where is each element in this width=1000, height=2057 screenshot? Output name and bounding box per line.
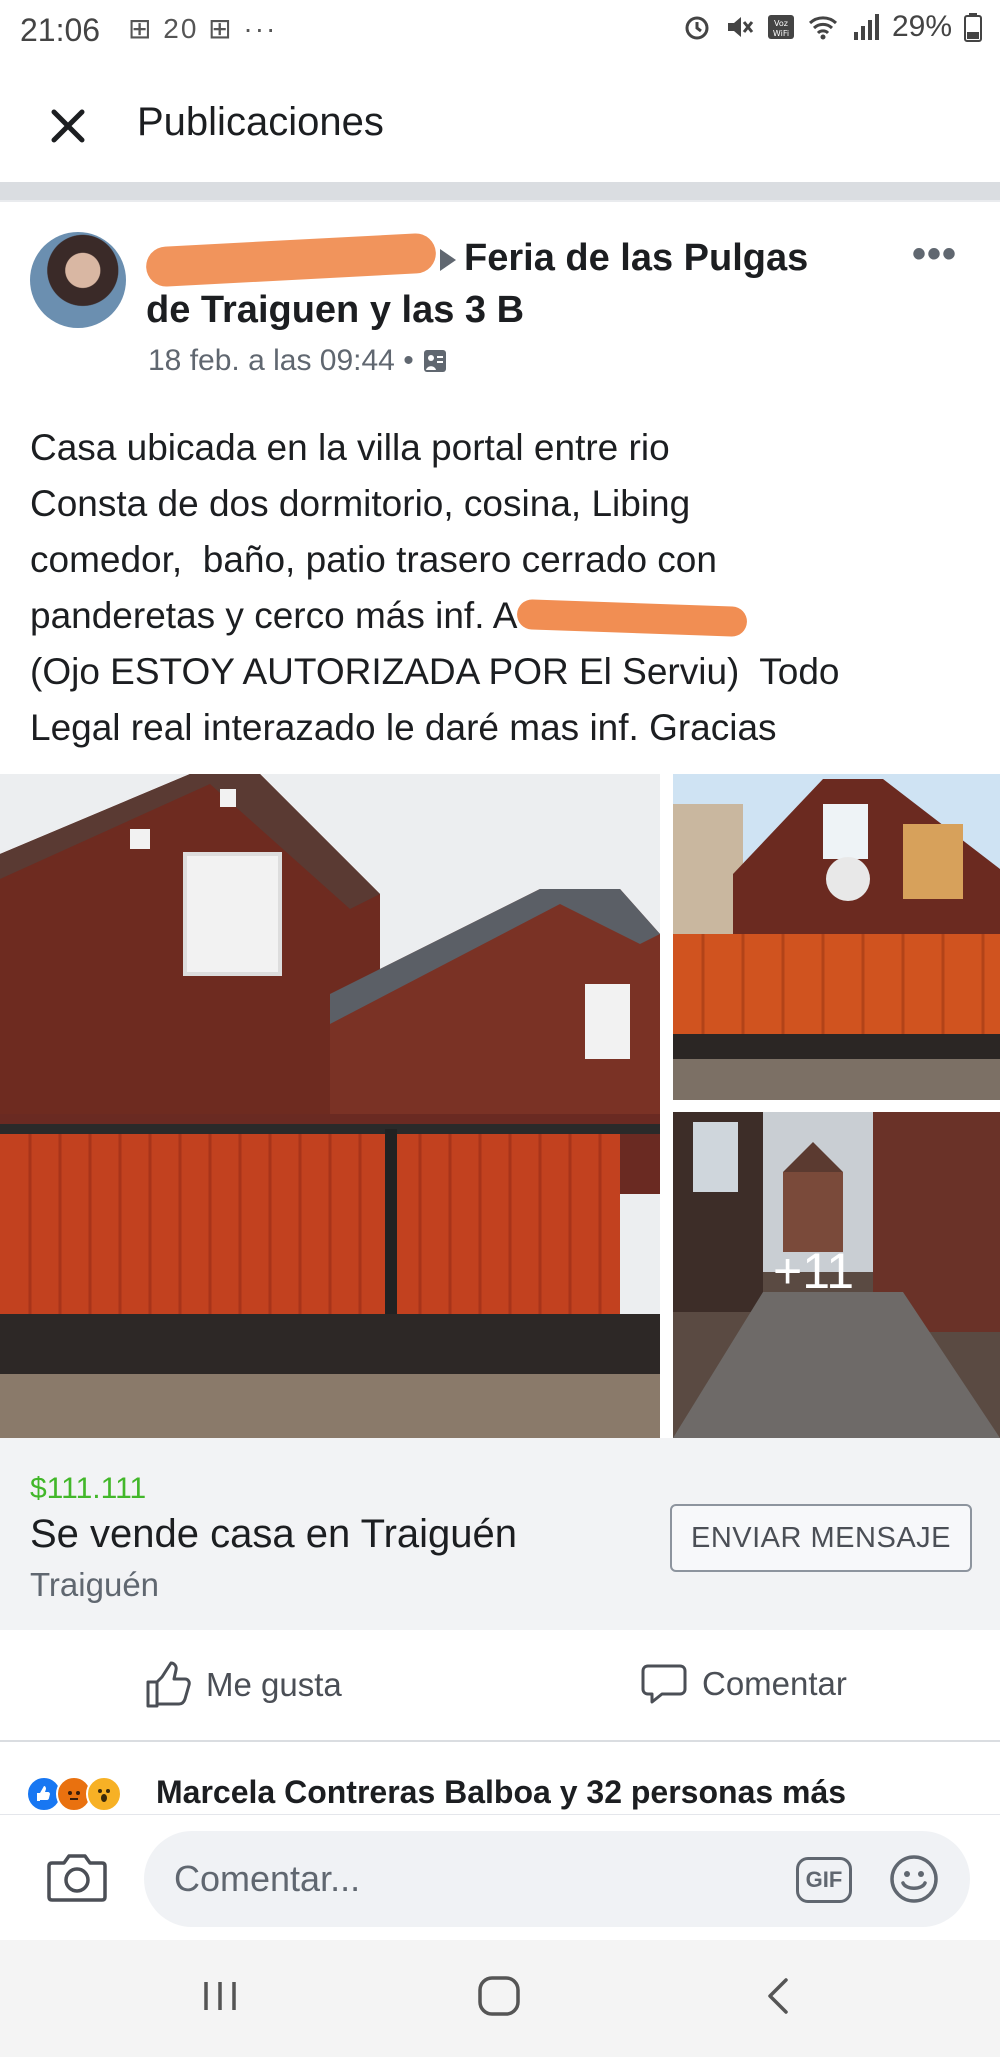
separator-line bbox=[0, 200, 1000, 202]
svg-text:WiFi: WiFi bbox=[773, 29, 789, 38]
battery-icon bbox=[964, 13, 982, 42]
home-button[interactable] bbox=[474, 1974, 524, 2023]
battery-percent: 29% bbox=[891, 10, 952, 43]
thumbs-up-icon bbox=[146, 1661, 191, 1708]
author-avatar[interactable] bbox=[30, 232, 126, 328]
comment-label: Comentar bbox=[702, 1665, 847, 1702]
post-text-line: panderetas y cerco más inf. A bbox=[30, 595, 518, 636]
app-header: Publicaciones bbox=[0, 62, 1000, 182]
house-photo bbox=[673, 774, 1000, 1100]
camera-button[interactable] bbox=[46, 1849, 108, 1910]
emoji-button[interactable] bbox=[888, 1853, 940, 1910]
more-photos-count: +11 bbox=[773, 1243, 855, 1299]
post-author-line: Feria de las Pulgas de Traiguen y las 3 … bbox=[145, 232, 866, 336]
house-photo bbox=[0, 774, 660, 1438]
listing-price: $111.111 bbox=[30, 1472, 147, 1505]
status-bar: 21:06 ⊞ 20 ⊞ ··· Voz WiFi 29% bbox=[0, 0, 1000, 62]
comment-placeholder: Comentar... bbox=[174, 1858, 361, 1899]
svg-text:Voz: Voz bbox=[774, 19, 788, 28]
group-name-continued[interactable]: de Traiguen y las 3 B bbox=[146, 289, 524, 331]
photo-house-side[interactable]: +11 bbox=[673, 1112, 1000, 1438]
comment-button[interactable]: Comentar bbox=[640, 1660, 847, 1708]
volte-icon: VozWiFi bbox=[767, 15, 794, 39]
photo-house-front[interactable] bbox=[673, 774, 1000, 1100]
listing-title: Se vende casa en Traiguén bbox=[30, 1512, 518, 1556]
status-right: Voz WiFi 29% bbox=[682, 10, 982, 44]
signal-icon bbox=[853, 14, 879, 40]
wow-reaction-icon bbox=[86, 1776, 122, 1812]
notification-icons: ⊞ 20 ⊞ ··· bbox=[128, 13, 278, 44]
status-time: 21:06 bbox=[20, 12, 101, 48]
redacted-phone-number bbox=[516, 599, 748, 638]
send-message-button[interactable]: ENVIAR MENSAJE bbox=[670, 1504, 972, 1572]
group-name[interactable]: Feria de las Pulgas bbox=[464, 237, 808, 279]
post-text-line: Legal real interazado le daré mas inf. G… bbox=[30, 707, 777, 748]
wifi-icon bbox=[808, 16, 837, 40]
alarm-icon bbox=[685, 16, 709, 40]
comment-composer: Comentar... GIF bbox=[0, 1814, 1000, 1940]
post-text-line: Casa ubicada en la villa portal entre ri… bbox=[30, 427, 670, 468]
close-button[interactable] bbox=[40, 98, 96, 154]
close-icon bbox=[51, 109, 85, 143]
recent-apps-icon bbox=[204, 1982, 236, 2010]
post-text-line: (Ojo ESTOY AUTORIZADA POR El Serviu) Tod… bbox=[30, 651, 840, 692]
mute-icon bbox=[727, 17, 754, 37]
post-text-line: Consta de dos dormitorio, cosina, Libing bbox=[30, 483, 691, 524]
post-text-line-with-redaction: panderetas y cerco más inf. A bbox=[30, 588, 980, 644]
smiley-icon bbox=[890, 1855, 938, 1903]
gif-button[interactable]: GIF bbox=[796, 1857, 852, 1903]
redacted-author-name bbox=[145, 232, 437, 288]
post-actions: Me gusta Comentar bbox=[0, 1632, 1000, 1742]
back-button[interactable] bbox=[758, 1974, 802, 2023]
back-icon bbox=[768, 1978, 788, 2014]
home-icon bbox=[478, 1976, 520, 2016]
arrow-right-icon bbox=[440, 248, 456, 271]
recent-apps-button[interactable] bbox=[198, 1974, 242, 2023]
like-button[interactable]: Me gusta bbox=[142, 1660, 342, 1710]
like-label: Me gusta bbox=[206, 1666, 342, 1703]
marketplace-listing[interactable]: $111.111 Se vende casa en Traiguén Traig… bbox=[0, 1438, 1000, 1630]
comment-input[interactable]: Comentar... GIF bbox=[144, 1831, 970, 1927]
section-separator bbox=[0, 182, 1000, 200]
group-audience-icon bbox=[423, 350, 446, 372]
camera-icon bbox=[47, 1854, 107, 1902]
reaction-icons bbox=[26, 1776, 122, 1812]
post-meta: 18 feb. a las 09:44 • bbox=[148, 344, 448, 378]
reactions-text: Marcela Contreras Balboa y 32 personas m… bbox=[156, 1774, 847, 1810]
page-title: Publicaciones bbox=[137, 100, 384, 144]
post-text-line: comedor, baño, patio trasero cerrado con bbox=[30, 539, 717, 580]
post-body: Casa ubicada en la villa portal entre ri… bbox=[30, 420, 980, 756]
reactions-summary[interactable]: Marcela Contreras Balboa y 32 personas m… bbox=[0, 1742, 1000, 1814]
photo-main-house[interactable] bbox=[0, 774, 660, 1438]
photo-grid: +11 bbox=[0, 772, 1000, 1438]
listing-location: Traiguén bbox=[30, 1566, 160, 1603]
comment-bubble-icon bbox=[641, 1664, 687, 1704]
system-navigation-bar bbox=[0, 1940, 1000, 2057]
more-options-button[interactable]: ••• bbox=[912, 232, 957, 277]
post-timestamp[interactable]: 18 feb. a las 09:44 • bbox=[148, 344, 414, 378]
